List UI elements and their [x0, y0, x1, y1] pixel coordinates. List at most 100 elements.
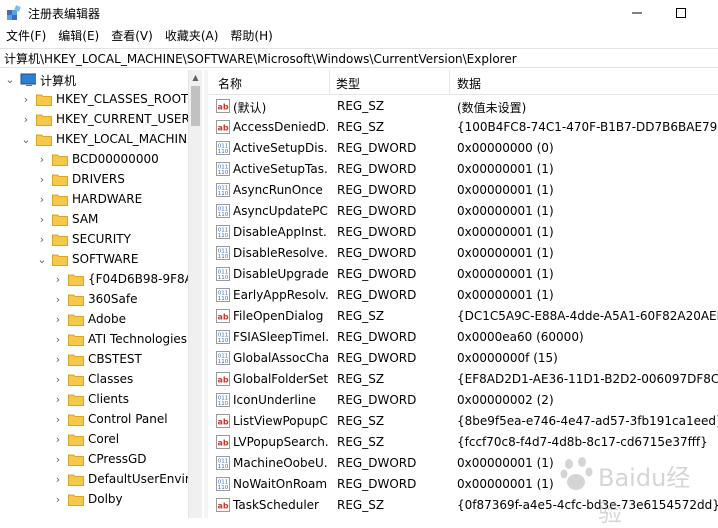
- tree-item[interactable]: › SECURITY: [0, 230, 188, 250]
- tree-item[interactable]: › 360Safe: [0, 290, 188, 310]
- scroll-up-arrow-icon[interactable]: ▲: [189, 70, 202, 84]
- tree-item-label: {F04D6B98-9F8A-: [88, 272, 188, 286]
- minimize-icon: [632, 12, 642, 14]
- value-row[interactable]: 011 110 AsyncRunOnce REG_DWORD 0x00000001 (1…: [208, 180, 718, 201]
- value-row[interactable]: ab AccessDeniedD... REG_SZ {100B4FC8-74C1-4…: [208, 117, 718, 138]
- value-type: REG_SZ: [337, 372, 385, 386]
- string-value-icon: ab: [216, 99, 230, 113]
- value-row[interactable]: 011110AsyncUpdatePC... REG_DWORD 0x0000000…: [208, 201, 718, 222]
- tree-item[interactable]: › SAM: [0, 210, 188, 230]
- chevron-right-icon[interactable]: ›: [52, 314, 64, 326]
- chevron-right-icon[interactable]: ›: [52, 474, 64, 486]
- chevron-right-icon[interactable]: ›: [52, 294, 64, 306]
- value-row[interactable]: 011110DisableUpgrade... REG_DWORD 0x000000…: [208, 264, 718, 285]
- tree-item[interactable]: › DRIVERS: [0, 170, 188, 190]
- value-row[interactable]: 011110GlobalAssocCha... REG_DWORD 0x000000…: [208, 348, 718, 369]
- tree-item[interactable]: › HKEY_CURRENT_USER: [0, 110, 188, 130]
- tree-item[interactable]: › HKEY_CLASSES_ROOT: [0, 90, 188, 110]
- scrollbar-thumb[interactable]: [191, 86, 200, 126]
- tree-scrollbar[interactable]: ▲: [188, 70, 202, 518]
- tree-item-label: Corel: [88, 432, 120, 446]
- chevron-right-icon[interactable]: ›: [52, 414, 64, 426]
- value-type: REG_DWORD: [337, 162, 417, 176]
- tree-item-label: ATI Technologies: [88, 332, 188, 346]
- chevron-right-icon[interactable]: ›: [36, 234, 48, 246]
- svg-text:110: 110: [218, 401, 229, 407]
- chevron-right-icon[interactable]: ›: [20, 114, 32, 126]
- menu-edit[interactable]: 编辑(E): [52, 26, 105, 46]
- value-row[interactable]: 011 110 EarlyAppResolv... REG_DWORD 0x000000…: [208, 285, 718, 306]
- address-bar[interactable]: 计算机\HKEY_LOCAL_MACHINE\SOFTWARE\Microsof…: [0, 48, 718, 68]
- minimize-button[interactable]: [614, 0, 660, 26]
- svg-text:ab: ab: [217, 418, 228, 427]
- value-type: REG_DWORD: [337, 246, 417, 260]
- tree-item[interactable]: › Adobe: [0, 310, 188, 330]
- folder-icon: [68, 414, 84, 426]
- tree-item[interactable]: › Clients: [0, 390, 188, 410]
- menu-bar: 文件(F) 编辑(E) 查看(V) 收藏夹(A) 帮助(H): [0, 26, 718, 46]
- tree-item[interactable]: › CPressGD: [0, 450, 188, 470]
- menu-help[interactable]: 帮助(H): [224, 26, 278, 46]
- folder-icon: [36, 94, 52, 106]
- value-row[interactable]: ab GlobalFolderSet... REG_SZ {EF8AD2D1-AE36…: [208, 369, 718, 390]
- tree-item[interactable]: › BCD00000000: [0, 150, 188, 170]
- tree-item[interactable]: ⌄ HKEY_LOCAL_MACHIN: [0, 130, 188, 150]
- folder-icon: [52, 254, 68, 266]
- chevron-down-icon[interactable]: ⌄: [4, 74, 16, 86]
- chevron-right-icon[interactable]: ›: [52, 394, 64, 406]
- column-divider[interactable]: [449, 70, 450, 94]
- chevron-right-icon[interactable]: ›: [52, 374, 64, 386]
- chevron-right-icon[interactable]: ›: [36, 174, 48, 186]
- value-data: 0x00000001 (1): [457, 225, 554, 239]
- tree-item[interactable]: › Dolby: [0, 490, 188, 510]
- column-divider[interactable]: [329, 70, 330, 94]
- value-row[interactable]: 011 110 IconUnderline REG_DWORD 0x00000002 (…: [208, 390, 718, 411]
- column-header-data[interactable]: 数据: [457, 75, 481, 92]
- chevron-right-icon[interactable]: ›: [52, 334, 64, 346]
- chevron-right-icon[interactable]: ›: [52, 274, 64, 286]
- value-data: 0x00000001 (1): [457, 456, 554, 470]
- value-row[interactable]: 011 110 DisableResolve... REG_DWORD 0x000000…: [208, 243, 718, 264]
- tree-item[interactable]: › Control Panel: [0, 410, 188, 430]
- value-type: REG_DWORD: [337, 225, 417, 239]
- window-title: 注册表编辑器: [28, 7, 101, 21]
- value-row[interactable]: ab ListViewPopupC... REG_SZ {8be9f5ea-e746-…: [208, 411, 718, 432]
- menu-favorites[interactable]: 收藏夹(A): [159, 26, 225, 46]
- tree-item[interactable]: › {F04D6B98-9F8A-: [0, 270, 188, 290]
- value-row[interactable]: 011 110 DisableAppInst... REG_DWORD 0x000000…: [208, 222, 718, 243]
- binary-value-icon: 011110: [216, 456, 230, 470]
- tree-item[interactable]: ⌄ SOFTWARE: [0, 250, 188, 270]
- tree-item[interactable]: › HARDWARE: [0, 190, 188, 210]
- chevron-down-icon[interactable]: ⌄: [36, 254, 48, 266]
- value-row[interactable]: ab (默认) REG_SZ (数值未设置): [208, 96, 718, 117]
- folder-icon: [52, 234, 68, 246]
- menu-file[interactable]: 文件(F): [0, 26, 52, 46]
- column-header-name[interactable]: 名称: [218, 75, 242, 92]
- tree-item[interactable]: › Corel: [0, 430, 188, 450]
- folder-icon: [52, 154, 68, 166]
- chevron-down-icon[interactable]: ⌄: [20, 134, 32, 146]
- menu-view[interactable]: 查看(V): [105, 26, 159, 46]
- tree-item[interactable]: › CBSTEST: [0, 350, 188, 370]
- chevron-right-icon[interactable]: ›: [20, 94, 32, 106]
- tree-item[interactable]: › Classes: [0, 370, 188, 390]
- paw-logo-icon: [560, 457, 593, 490]
- value-row[interactable]: 011 110 ActiveSetupDis... REG_DWORD 0x000000…: [208, 138, 718, 159]
- tree-item[interactable]: ⌄ 计算机: [0, 70, 188, 90]
- tree-item[interactable]: › ATI Technologies: [0, 330, 188, 350]
- value-row[interactable]: ab FileOpenDialog REG_SZ {DC1C5A9C-E88A-4dd…: [208, 306, 718, 327]
- tree-item[interactable]: › DefaultUserEnviro: [0, 470, 188, 490]
- column-header-type[interactable]: 类型: [336, 75, 360, 92]
- value-row[interactable]: 011 110 ActiveSetupTas... REG_DWORD 0x000000…: [208, 159, 718, 180]
- maximize-button[interactable]: [658, 0, 704, 26]
- chevron-right-icon[interactable]: ›: [52, 354, 64, 366]
- chevron-right-icon[interactable]: ›: [36, 194, 48, 206]
- chevron-right-icon[interactable]: ›: [36, 214, 48, 226]
- chevron-right-icon[interactable]: ›: [52, 494, 64, 506]
- value-row[interactable]: 011 110 FSIASleepTimeI... REG_DWORD 0x0000ea…: [208, 327, 718, 348]
- chevron-right-icon[interactable]: ›: [52, 434, 64, 446]
- value-type: REG_DWORD: [337, 141, 417, 155]
- tree-item-label: HKEY_CLASSES_ROOT: [56, 92, 188, 106]
- chevron-right-icon[interactable]: ›: [52, 454, 64, 466]
- chevron-right-icon[interactable]: ›: [36, 154, 48, 166]
